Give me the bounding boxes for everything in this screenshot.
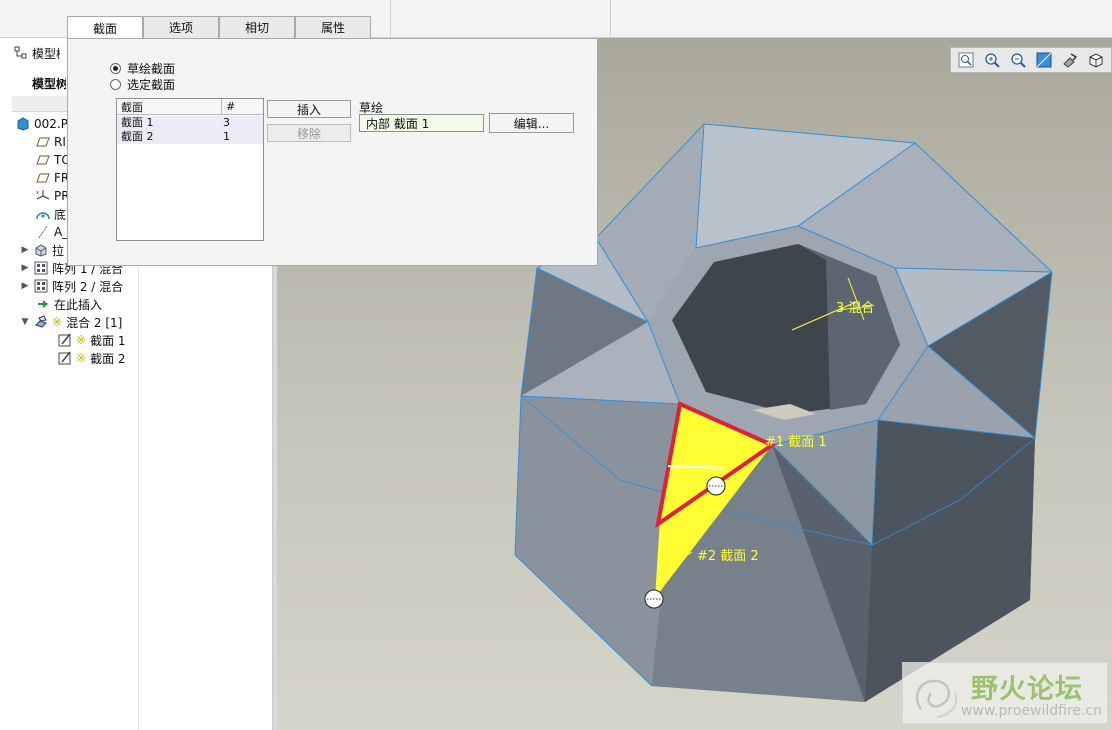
datum-plane-icon [36,155,50,165]
tree-item-label: 002.P [34,117,68,131]
edit-button[interactable]: 编辑... [489,113,574,133]
expand-arrow-icon[interactable]: ▶ [20,281,30,291]
column-header-section[interactable]: 截面 [117,99,221,115]
watermark-title: 野火论坛 [971,674,1083,705]
part-face [865,420,1035,702]
sketched-sections-radio[interactable]: 草绘截面 [110,60,175,77]
tree-item-pattern-2[interactable]: ▶ 阵列 2 / 混合 [20,278,123,294]
model-tree-tab-label: 模型树 [32,77,66,91]
datum-plane-icon [36,173,50,183]
part-face [515,396,680,686]
section-2-label[interactable]: #2 截面 2 [697,549,759,564]
tree-item-base[interactable]: 底 [36,206,66,222]
section-count-cell: 3 [223,116,230,129]
section-count-cell: 1 [223,130,230,143]
section-name-cell: 截面 1 [121,116,154,129]
tree-item-blend-2[interactable]: ▼ ※ 混合 2 [1] [20,314,123,330]
sketch-icon [58,333,71,347]
model-tree-header: 模型树 [14,45,60,61]
dashboard-tabs: 截面 选项 相切 属性 [67,16,371,39]
tree-item-label: RI [54,135,66,149]
tree-item-part[interactable]: 002.P [16,116,68,132]
section-1-label[interactable]: #1 截面 1 [765,435,827,450]
radio-unselected-icon [110,79,121,90]
pattern-icon [34,261,48,275]
watermark-url: www.proewildfire.cn [961,703,1103,719]
tree-item-datum-top[interactable]: TO [36,152,71,168]
tree-item-label: 混合 2 [1] [66,315,123,330]
table-row[interactable]: 截面 1 3 [117,116,263,130]
collapse-arrow-icon[interactable]: ▼ [20,317,30,327]
tree-item-label: 底 [54,207,67,222]
tree-item-label: 截面 1 [90,333,126,348]
saved-views-icon[interactable] [1061,51,1079,69]
tree-item-label: 截面 2 [90,351,126,366]
toolbar-separator [610,0,611,38]
radio-label: 草绘截面 [127,62,176,76]
radio-selected-icon [110,63,121,74]
selected-sections-radio[interactable]: 选定截面 [110,76,175,93]
sketch-field[interactable]: 内部 截面 1 [359,114,484,132]
new-feature-marker-icon: ※ [76,351,87,365]
zoom-out-icon[interactable] [1009,51,1027,69]
tab-sections[interactable]: 截面 [67,16,143,39]
view-toolbar [950,47,1112,73]
refit-icon[interactable] [957,51,975,69]
toolbar-separator [390,0,391,38]
datum-axis-icon [38,225,48,239]
tree-item-datum-front[interactable]: FR [36,170,69,186]
tab-options[interactable]: 选项 [143,16,219,38]
sections-table: 截面 # 截面 1 3 截面 2 1 [116,98,264,241]
tree-item-axis[interactable]: A_ [36,224,68,240]
tree-item-section-1[interactable]: ※ 截面 1 [58,332,126,348]
datum-plane-icon [36,137,50,147]
flame-logo-icon [915,679,957,718]
tab-properties[interactable]: 属性 [295,16,371,38]
sections-panel: 草绘截面 选定截面 截面 # 截面 1 3 截面 2 1 插入 移除 草绘 内部… [67,38,598,266]
sketch-icon [58,351,71,365]
model-tree-tab[interactable]: 模型树 [32,75,66,95]
reorient-icon[interactable] [1035,51,1053,69]
tree-item-extrude[interactable]: ▶ 拉 [20,242,64,258]
tree-item-csys[interactable]: x PR [36,188,70,204]
part-icon [17,117,29,131]
blend-label[interactable]: 3 混合 [836,301,874,316]
tree-item-label: 在此插入 [54,297,103,312]
tree-item-label: 阵列 2 / 混合 [52,279,124,294]
tree-item-datum-right[interactable]: RI [36,134,66,150]
model-tree-header-label: 模型树 [32,46,60,61]
zoom-in-icon[interactable] [983,51,1001,69]
pattern-icon [34,279,48,293]
radio-label: 选定截面 [127,78,176,92]
watermark: 野火论坛 www.proewildfire.cn [902,662,1108,724]
expand-arrow-icon[interactable]: ▶ [20,263,30,273]
table-row[interactable]: 截面 2 1 [117,130,263,144]
new-feature-marker-icon: ※ [52,315,63,329]
section-name-cell: 截面 2 [121,130,154,143]
expand-arrow-icon[interactable]: ▶ [20,245,30,255]
tree-item-label: 拉 [52,243,65,258]
display-style-icon[interactable] [1087,51,1105,69]
blend-feature-icon [35,315,47,328]
tree-item-section-2[interactable]: ※ 截面 2 [58,350,126,366]
new-feature-marker-icon: ※ [76,333,87,347]
sketch-curve-icon [36,212,50,220]
coordinate-system-icon: x [36,190,50,200]
tab-tangency[interactable]: 相切 [219,16,295,38]
remove-button[interactable]: 移除 [267,124,351,142]
extrude-icon [35,244,47,257]
model-tree-icon [14,46,27,59]
insert-arrow-icon [38,300,48,308]
svg-text:x: x [36,190,39,196]
insert-button[interactable]: 插入 [267,100,351,118]
column-header-count[interactable]: # [221,99,263,115]
tree-item-insert-here[interactable]: 在此插入 [36,296,102,312]
